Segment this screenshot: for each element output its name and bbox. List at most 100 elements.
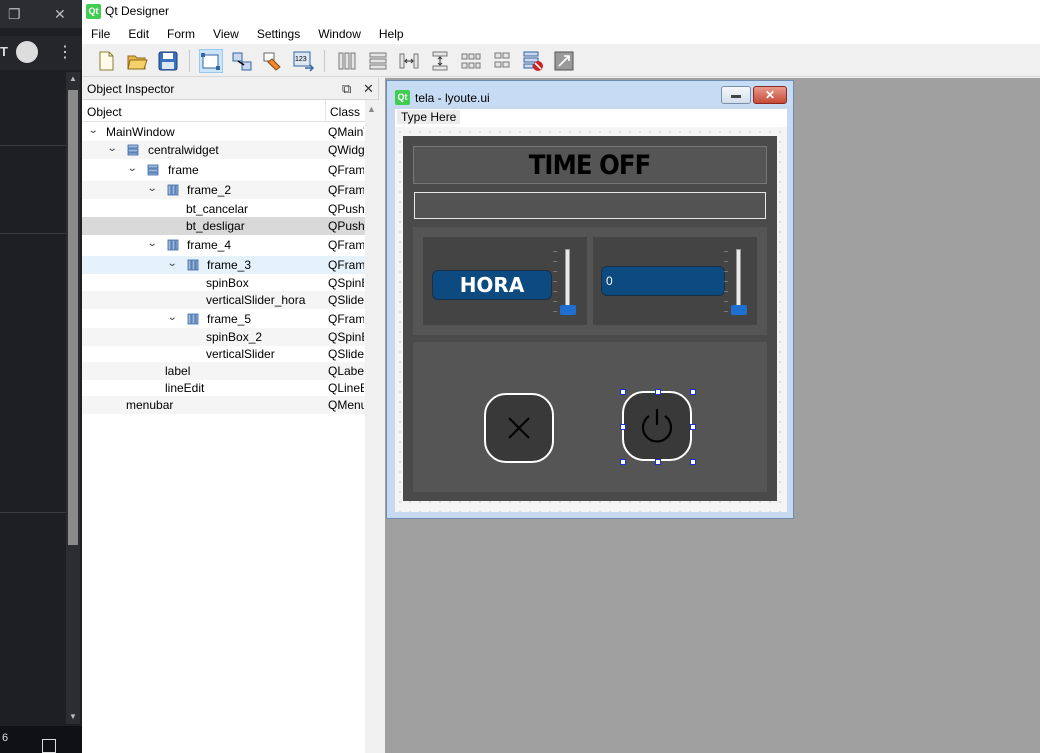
form-menubar[interactable]: Type Here: [395, 109, 787, 127]
taskbar-strip: 6: [0, 726, 82, 753]
selection-handle[interactable]: [655, 389, 661, 395]
adjust-size-icon[interactable]: [552, 49, 576, 73]
layout-grid-icon[interactable]: [459, 49, 483, 73]
close-button[interactable]: ✕: [753, 86, 787, 104]
scroll-up-icon[interactable]: ▲: [69, 74, 77, 83]
chevron-down-icon[interactable]: ⌄: [147, 183, 158, 194]
scroll-down-icon[interactable]: ▼: [69, 712, 77, 721]
tree-column-header: Object Class: [82, 100, 378, 122]
inspector-scrollbar[interactable]: ▲: [365, 100, 379, 753]
column-header-object[interactable]: Object: [87, 105, 122, 119]
scroll-up-icon[interactable]: ▲: [367, 104, 376, 114]
spinbox-2[interactable]: 0: [601, 266, 725, 296]
tree-row[interactable]: ⌄ frame QFrame: [82, 161, 379, 179]
float-panel-icon[interactable]: ⧉: [342, 81, 351, 97]
menu-file[interactable]: File: [91, 25, 118, 43]
break-layout-icon[interactable]: [521, 49, 545, 73]
slider-handle[interactable]: [731, 305, 747, 315]
selection-handle[interactable]: [690, 424, 696, 430]
frame-2[interactable]: [413, 342, 767, 492]
screen: ❐ ✕ T ⋮ ▲ ▼ 6 Qt Qt Designer File Edit F…: [0, 0, 1040, 753]
cancel-button[interactable]: [484, 393, 554, 463]
edit-buddies-icon[interactable]: [261, 49, 285, 73]
selection-handle[interactable]: [690, 389, 696, 395]
layout-horizontal-splitter-icon[interactable]: [397, 49, 421, 73]
tree-row[interactable]: verticalSlider_hora QSlider: [82, 291, 379, 309]
menu-edit[interactable]: Edit: [128, 25, 157, 43]
tree-row-name: bt_cancelar: [186, 202, 249, 216]
avatar[interactable]: [16, 41, 38, 63]
notification-icon[interactable]: [42, 739, 56, 753]
close-panel-icon[interactable]: ✕: [363, 81, 374, 97]
tree-row[interactable]: ⌄ centralwidget QWidget: [82, 141, 379, 159]
chevron-down-icon[interactable]: ⌄: [147, 238, 158, 249]
tree-row-class: QFrame: [328, 312, 364, 326]
label[interactable]: TIME OFF: [413, 146, 767, 184]
layout-vertical-icon[interactable]: [366, 49, 390, 73]
close-icon[interactable]: ✕: [54, 5, 66, 23]
minimize-button[interactable]: [721, 86, 751, 104]
horizontal-layout-icon: [167, 239, 179, 251]
tree-row[interactable]: spinBox_2 QSpinBox: [82, 328, 379, 346]
tree-row-selected[interactable]: bt_desligar QPushButton: [82, 217, 379, 235]
chevron-down-icon[interactable]: ⌄: [167, 258, 178, 269]
chevron-down-icon[interactable]: ⌄: [107, 143, 118, 154]
spinbox-text: HORA: [459, 273, 525, 297]
tree-row[interactable]: lineEdit QLineEdit: [82, 379, 379, 397]
edit-signals-slots-icon[interactable]: [230, 49, 254, 73]
menu-view[interactable]: View: [213, 25, 247, 43]
menu-window[interactable]: Window: [318, 25, 369, 43]
scrollbar-thumb[interactable]: [68, 90, 78, 545]
selection-handle[interactable]: [620, 424, 626, 430]
menu-settings[interactable]: Settings: [257, 25, 308, 43]
save-form-icon[interactable]: [156, 49, 180, 73]
vertical-slider[interactable]: [721, 247, 747, 317]
window-titlebar: Qt Qt Designer: [82, 0, 1040, 23]
tree-row-hovered[interactable]: ⌄ frame_3 QFrame: [82, 256, 379, 274]
layout-horizontal-icon[interactable]: [335, 49, 359, 73]
tree-row[interactable]: menubar QMenuBar: [82, 396, 379, 414]
tree-row[interactable]: ⌄ MainWindow QMainWindow: [82, 123, 379, 141]
tree-row-name: verticalSlider: [206, 347, 275, 361]
tree-row-name: centralwidget: [148, 143, 219, 157]
tree-row[interactable]: ⌄ frame_2 QFrame: [82, 181, 379, 199]
tree-row[interactable]: bt_cancelar QPushButton: [82, 200, 379, 218]
background-app-titlebar: ❐ ✕: [0, 0, 82, 28]
edit-widgets-icon[interactable]: [199, 49, 223, 73]
tree-row[interactable]: verticalSlider QSlider: [82, 345, 379, 363]
tree-row-class: QMenuBar: [328, 398, 364, 412]
tree-row-name: bt_desligar: [186, 219, 245, 233]
selection-handle[interactable]: [690, 459, 696, 465]
selection-handle[interactable]: [655, 459, 661, 465]
menu-help[interactable]: Help: [379, 25, 412, 43]
tree-row[interactable]: label QLabel: [82, 362, 379, 380]
tree-row-name: frame_3: [207, 258, 252, 272]
layout-vertical-splitter-icon[interactable]: [428, 49, 452, 73]
chevron-down-icon[interactable]: ⌄: [167, 312, 178, 323]
restore-icon[interactable]: ❐: [8, 5, 21, 23]
menu-form[interactable]: Form: [167, 25, 203, 43]
slider-handle[interactable]: [560, 305, 576, 315]
more-options-icon[interactable]: ⋮: [57, 42, 73, 62]
tree-row-name: lineEdit: [165, 381, 205, 395]
column-divider[interactable]: [325, 100, 326, 122]
selection-handle[interactable]: [620, 389, 626, 395]
new-form-icon[interactable]: [94, 49, 118, 73]
menu-placeholder[interactable]: Type Here: [397, 110, 461, 124]
tree-row[interactable]: ⌄ frame_4 QFrame: [82, 236, 379, 254]
vertical-layout-icon: [147, 164, 159, 176]
open-form-icon[interactable]: [125, 49, 149, 73]
line-edit[interactable]: [414, 192, 766, 219]
power-off-button[interactable]: [622, 391, 692, 461]
chevron-down-icon[interactable]: ⌄: [127, 163, 138, 174]
chevron-down-icon[interactable]: ⌄: [88, 125, 99, 136]
tree-row[interactable]: ⌄ frame_5 QFrame: [82, 310, 379, 328]
selection-handle[interactable]: [620, 459, 626, 465]
column-header-class[interactable]: Class: [330, 105, 360, 119]
spinbox[interactable]: HORA: [432, 270, 552, 300]
layout-form-icon[interactable]: [490, 49, 514, 73]
vertical-slider-hora[interactable]: [550, 247, 576, 317]
edit-tab-order-icon[interactable]: 123: [292, 49, 316, 73]
toolbar-glyph: T: [0, 44, 8, 59]
tree-row[interactable]: spinBox QSpinBox: [82, 274, 379, 292]
